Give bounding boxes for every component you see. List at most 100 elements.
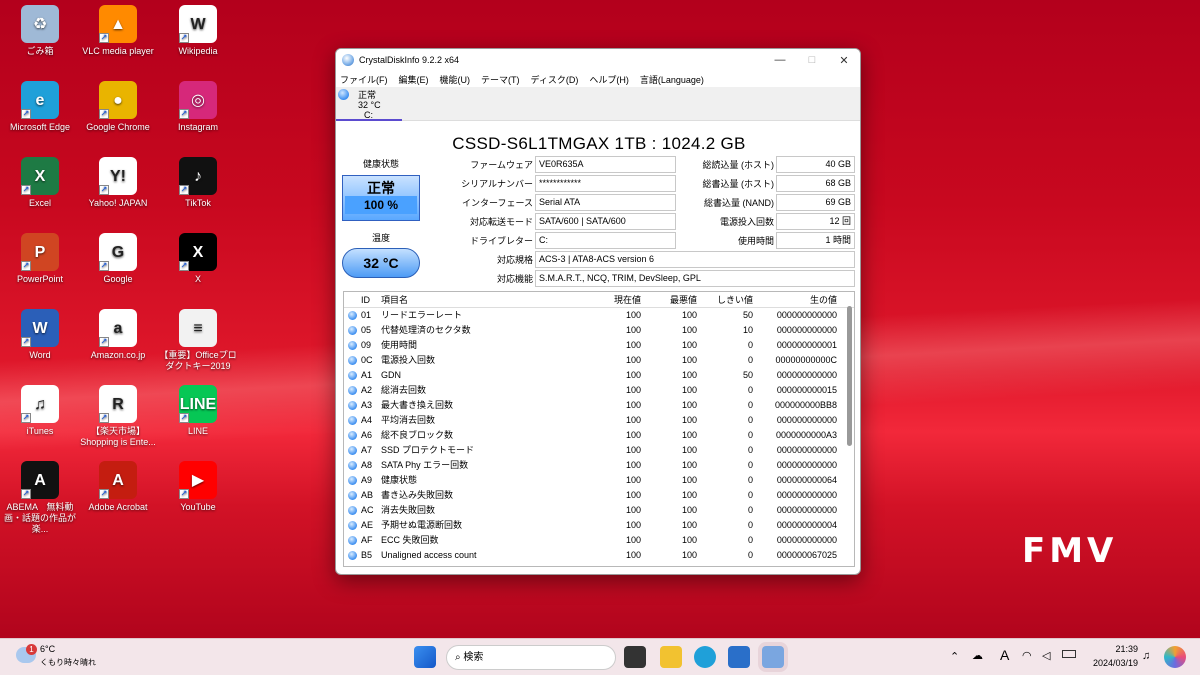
- ime-indicator[interactable]: A: [1000, 647, 1009, 663]
- status-dot-icon: [348, 371, 357, 380]
- desktop-icon[interactable]: W ↗ Wikipedia: [158, 5, 238, 57]
- copilot-icon[interactable]: [1164, 646, 1186, 668]
- smart-threshold: 0: [747, 535, 753, 545]
- desktop-icon[interactable]: W ↗ Word: [0, 309, 80, 361]
- desktop-icon[interactable]: X ↗ Excel: [0, 157, 80, 209]
- table-row[interactable]: A8 SATA Phy エラー回数 100 100 0 000000000000: [344, 458, 854, 473]
- power-on-hours-label: 使用時間: [737, 236, 774, 246]
- desktop-icon-label: Adobe Acrobat: [88, 502, 148, 512]
- shortcut-arrow-icon: ↗: [179, 185, 189, 195]
- menu-file[interactable]: ファイル(F): [340, 73, 388, 86]
- table-row[interactable]: A2 総消去回数 100 100 0 000000000015: [344, 383, 854, 398]
- desktop-icon[interactable]: ◎ ↗ Instagram: [158, 81, 238, 133]
- desktop-icon[interactable]: e ↗ Microsoft Edge: [0, 81, 80, 133]
- table-scrollbar[interactable]: [847, 306, 852, 446]
- crystaldiskinfo-window[interactable]: CrystalDiskInfo 9.2.2 x64 — □ ✕ ファイル(F) …: [335, 48, 861, 575]
- weather-text[interactable]: くもり時々晴れ: [40, 657, 96, 668]
- shortcut-arrow-icon: ↗: [21, 109, 31, 119]
- header-current[interactable]: 現在値: [581, 292, 641, 307]
- clock-date[interactable]: 2024/03/19: [1088, 658, 1138, 668]
- desktop-icon[interactable]: A ↗ Adobe Acrobat: [78, 461, 158, 513]
- menu-language[interactable]: 言語(Language): [640, 73, 704, 86]
- menu-help[interactable]: ヘルプ(H): [589, 73, 629, 86]
- smart-attribute: SATA Phy エラー回数: [381, 460, 469, 470]
- battery-icon[interactable]: [1062, 650, 1076, 658]
- table-row[interactable]: A9 健康状態 100 100 0 000000000064: [344, 473, 854, 488]
- desktop-icon[interactable]: ♫ ↗ iTunes: [0, 385, 80, 437]
- desktop-icon[interactable]: a ↗ Amazon.co.jp: [78, 309, 158, 361]
- cloud-sync-icon[interactable]: ☁: [972, 649, 983, 662]
- app-icon: W ↗: [21, 309, 59, 347]
- table-row[interactable]: A6 総不良ブロック数 100 100 0 0000000000A3: [344, 428, 854, 443]
- table-row[interactable]: A7 SSD プロテクトモード 100 100 0 000000000000: [344, 443, 854, 458]
- firmware-value: VE0R635A: [535, 156, 676, 173]
- menu-disk[interactable]: ディスク(D): [531, 73, 579, 86]
- smart-threshold: 0: [747, 520, 753, 530]
- header-threshold[interactable]: しきい値: [697, 292, 753, 307]
- temp-label: 温度: [371, 233, 390, 243]
- minimize-button[interactable]: —: [764, 54, 796, 66]
- table-row[interactable]: AE 予期せぬ電源断回数 100 100 0 000000000004: [344, 518, 854, 533]
- menu-edit[interactable]: 編集(E): [399, 73, 429, 86]
- table-row[interactable]: 05 代替処理済のセクタ数 100 100 10 000000000000: [344, 323, 854, 338]
- header-attribute[interactable]: 項目名: [381, 292, 581, 307]
- smart-id: A2: [361, 385, 373, 395]
- smart-current: 100: [625, 490, 641, 500]
- smart-id: A1: [361, 370, 373, 380]
- weather-temp[interactable]: 6°C: [40, 644, 55, 654]
- menu-function[interactable]: 機能(U): [440, 73, 471, 86]
- desktop-icon[interactable]: Y! ↗ Yahoo! JAPAN: [78, 157, 158, 209]
- smart-raw: 000000000000: [776, 325, 837, 335]
- header-raw[interactable]: 生の値: [753, 292, 837, 307]
- table-row[interactable]: A1 GDN 100 100 50 000000000000: [344, 368, 854, 383]
- smart-threshold: 0: [747, 505, 753, 515]
- chevron-up-icon[interactable]: ⌃: [950, 650, 959, 663]
- desktop-icon[interactable]: ≡ 【重要】Officeプロダクトキー2019: [158, 309, 238, 372]
- table-row[interactable]: A3 最大書き換え回数 100 100 0 000000000BB8: [344, 398, 854, 413]
- file-explorer-icon[interactable]: [660, 646, 682, 668]
- smart-raw: 000000000001: [776, 340, 837, 350]
- wifi-icon[interactable]: ◠: [1022, 649, 1032, 662]
- notification-bell-icon[interactable]: ♫: [1142, 650, 1150, 662]
- clock-time[interactable]: 21:39: [1088, 644, 1138, 654]
- crystaldiskinfo-taskbar-icon[interactable]: [762, 646, 784, 668]
- desktop-icon[interactable]: X ↗ X: [158, 233, 238, 285]
- volume-icon[interactable]: ◁: [1042, 649, 1050, 662]
- desktop-icon[interactable]: ▲ ↗ VLC media player: [78, 5, 158, 57]
- table-row[interactable]: 09 使用時間 100 100 0 000000000001: [344, 338, 854, 353]
- table-row[interactable]: 0C 電源投入回数 100 100 0 00000000000C: [344, 353, 854, 368]
- header-id[interactable]: ID: [361, 292, 381, 307]
- close-button[interactable]: ✕: [828, 54, 860, 67]
- edge-taskbar-icon[interactable]: [694, 646, 716, 668]
- menu-theme[interactable]: テーマ(T): [481, 73, 520, 86]
- header-worst[interactable]: 最悪値: [641, 292, 697, 307]
- title-bar[interactable]: CrystalDiskInfo 9.2.2 x64 — □ ✕: [336, 49, 860, 71]
- smart-current: 100: [625, 430, 641, 440]
- desktop-icon-label: Amazon.co.jp: [90, 350, 146, 360]
- shortcut-arrow-icon: ↗: [21, 261, 31, 271]
- desktop-icon[interactable]: ▶ ↗ YouTube: [158, 461, 238, 513]
- start-icon[interactable]: [414, 646, 436, 668]
- health-status-button[interactable]: 正常 100 %: [342, 175, 420, 221]
- maximize-button[interactable]: □: [796, 54, 828, 66]
- table-row[interactable]: B5 Unaligned access count 100 100 0 000000067…: [344, 548, 854, 563]
- taskbar-search[interactable]: ⌕ 検索: [446, 645, 616, 670]
- desktop-icon[interactable]: ♻ ごみ箱: [0, 5, 80, 57]
- store-icon[interactable]: [728, 646, 750, 668]
- table-row[interactable]: 01 リードエラーレート 100 100 50 000000000000: [344, 308, 854, 323]
- table-row[interactable]: A4 平均消去回数 100 100 0 000000000000: [344, 413, 854, 428]
- table-row[interactable]: AF ECC 失敗回数 100 100 0 000000000000: [344, 533, 854, 548]
- desktop-icon[interactable]: ● ↗ Google Chrome: [78, 81, 158, 133]
- table-row[interactable]: AC 消去失敗回数 100 100 0 000000000000: [344, 503, 854, 518]
- table-row[interactable]: AB 書き込み失敗回数 100 100 0 000000000000: [344, 488, 854, 503]
- desktop-icon[interactable]: ♪ ↗ TikTok: [158, 157, 238, 209]
- desktop-icon[interactable]: A ↗ ABEMA 無料動画・話題の作品が楽...: [0, 461, 80, 535]
- desktop-icon[interactable]: P ↗ PowerPoint: [0, 233, 80, 285]
- drive-tab-c[interactable]: 正常 32 °C C:: [336, 87, 402, 121]
- smart-raw: 000000000000: [776, 490, 837, 500]
- desktop-icon[interactable]: G ↗ Google: [78, 233, 158, 285]
- desktop-icon[interactable]: R ↗ 【楽天市場】Shopping is Ente...: [78, 385, 158, 448]
- smart-table[interactable]: ID 項目名 現在値 最悪値 しきい値 生の値 01 リードエラーレート 100 10…: [343, 291, 855, 567]
- desktop-icon[interactable]: LINE ↗ LINE: [158, 385, 238, 437]
- task-view-icon[interactable]: [624, 646, 646, 668]
